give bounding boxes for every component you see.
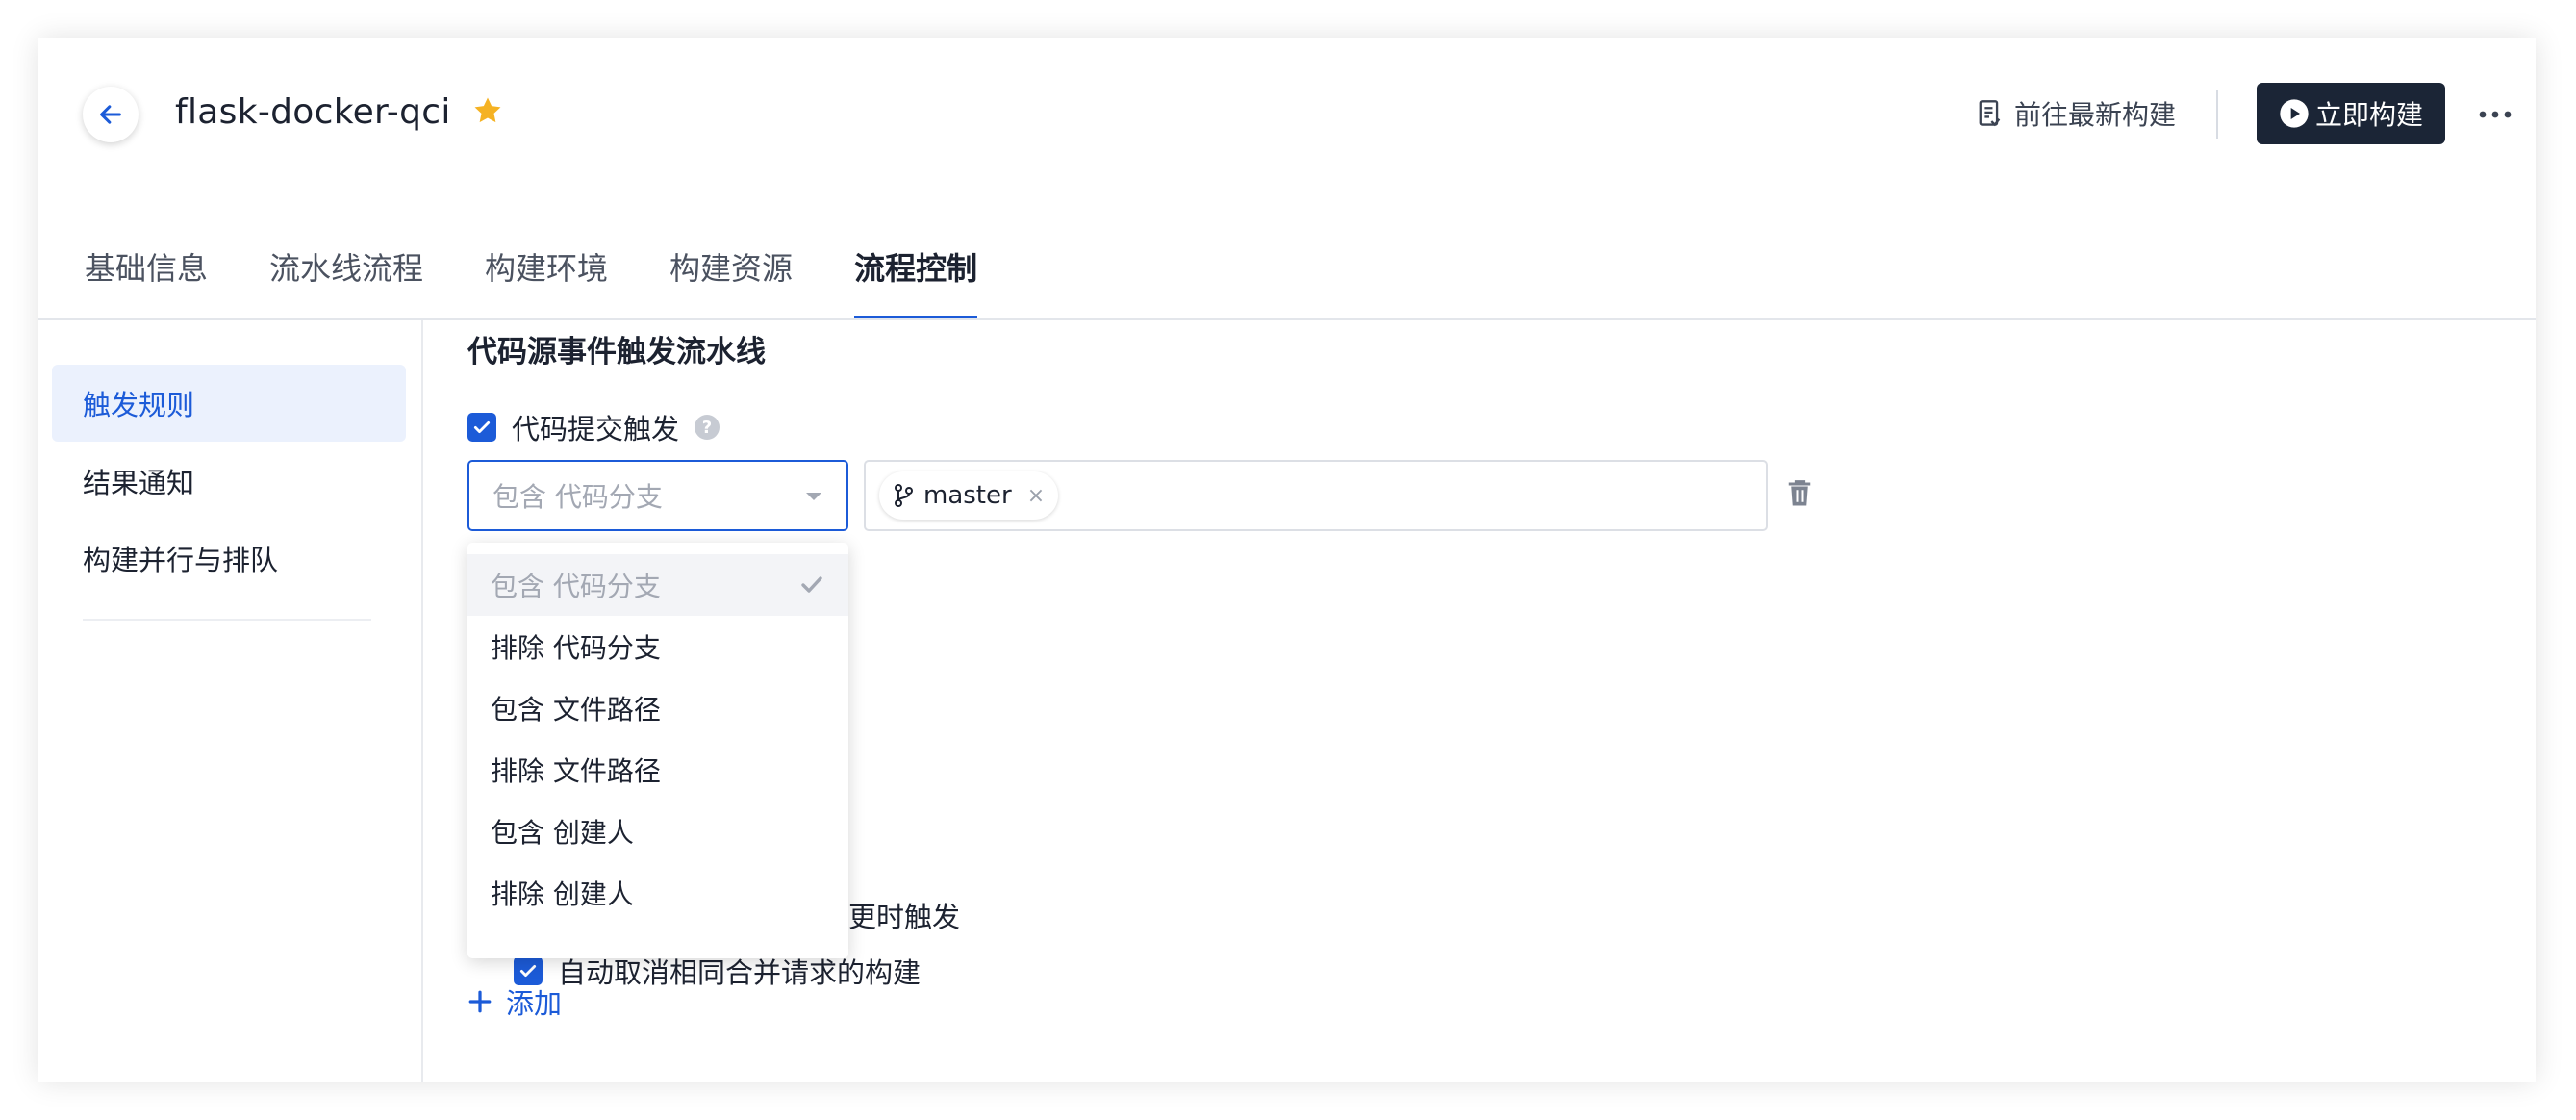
goto-latest-build-link[interactable]: 前往最新构建 — [1976, 94, 2176, 133]
arrow-left-icon — [100, 105, 121, 124]
sidebar-item-result-notify[interactable]: 结果通知 — [52, 443, 406, 520]
dropdown-option-label: 包含 文件路径 — [491, 694, 661, 725]
tab-build-resources[interactable]: 构建资源 — [669, 208, 793, 319]
document-icon — [1979, 100, 2001, 127]
sidebar-divider — [83, 619, 371, 621]
add-button[interactable]: 添加 — [467, 981, 562, 1022]
dropdown-option-label: 包含 代码分支 — [491, 571, 661, 602]
dropdown-option[interactable]: 包含 创建人 — [467, 801, 848, 862]
close-icon[interactable]: × — [1027, 484, 1045, 508]
sidebar-item-parallel-queue[interactable]: 构建并行与排队 — [52, 520, 406, 597]
plus-icon — [468, 990, 492, 1013]
sidebar-item-trigger-rules[interactable]: 触发规则 — [52, 365, 406, 442]
trash-icon[interactable] — [1785, 477, 1814, 510]
check-icon — [801, 576, 822, 593]
dropdown-option[interactable]: 排除 文件路径 — [467, 739, 848, 801]
build-now-button[interactable]: 立即构建 — [2257, 83, 2445, 144]
back-button[interactable] — [83, 87, 139, 142]
tab-pipeline-flow[interactable]: 流水线流程 — [269, 208, 423, 319]
sidebar: 触发规则 结果通知 构建并行与排队 — [38, 320, 423, 1082]
play-circle-icon — [2280, 99, 2309, 128]
app-window: flask-docker-qci 前往最新构建 立即构建 基础信息 流水线流程 … — [38, 38, 2536, 1082]
tab-basic-info[interactable]: 基础信息 — [85, 208, 208, 319]
dropdown-option[interactable]: 排除 创建人 — [467, 862, 848, 924]
page-title: flask-docker-qci — [175, 92, 451, 132]
dropdown-option-label: 排除 创建人 — [491, 878, 634, 910]
dropdown-option[interactable]: 包含 文件路径 — [467, 677, 848, 739]
help-icon[interactable]: ? — [695, 415, 720, 440]
check-icon — [519, 965, 537, 977]
tab-flow-control[interactable]: 流程控制 — [854, 208, 978, 319]
branch-tag-input[interactable]: master × — [864, 460, 1768, 531]
commit-trigger-label: 代码提交触发 — [512, 413, 680, 445]
chevron-down-icon — [806, 493, 821, 500]
dropdown-option[interactable]: 包含 代码分支 — [467, 554, 848, 616]
star-icon[interactable] — [471, 94, 504, 127]
build-now-label: 立即构建 — [2314, 99, 2423, 131]
section-title: 代码源事件触发流水线 — [467, 335, 766, 369]
commit-trigger-checkbox[interactable] — [467, 413, 496, 442]
header-divider — [2216, 90, 2218, 139]
branch-tag: master × — [879, 471, 1059, 520]
tab-bar: 基础信息 流水线流程 构建环境 构建资源 流程控制 — [85, 208, 1039, 319]
dropdown-option-label: 排除 文件路径 — [491, 755, 661, 787]
tab-build-env[interactable]: 构建环境 — [485, 208, 608, 319]
condition-select-value: 包含 代码分支 — [492, 481, 663, 513]
condition-dropdown-menu: 包含 代码分支 排除 代码分支 包含 文件路径 排除 文件路径 包含 创建人 排… — [467, 543, 848, 958]
commit-trigger-row: 代码提交触发 ? — [467, 407, 720, 447]
dropdown-option[interactable]: 排除 代码分支 — [467, 616, 848, 677]
more-options-icon[interactable] — [2476, 100, 2514, 129]
partial-trigger-text: 更时触发 — [848, 901, 961, 933]
git-branch-icon — [895, 484, 913, 507]
dropdown-option-label: 包含 创建人 — [491, 817, 634, 849]
check-icon — [473, 421, 491, 433]
dropdown-option-label: 排除 代码分支 — [491, 632, 661, 664]
condition-select[interactable]: 包含 代码分支 — [467, 460, 848, 531]
branch-tag-label: master — [923, 481, 1012, 510]
goto-latest-build-label: 前往最新构建 — [2014, 99, 2177, 131]
add-label: 添加 — [506, 987, 563, 1020]
